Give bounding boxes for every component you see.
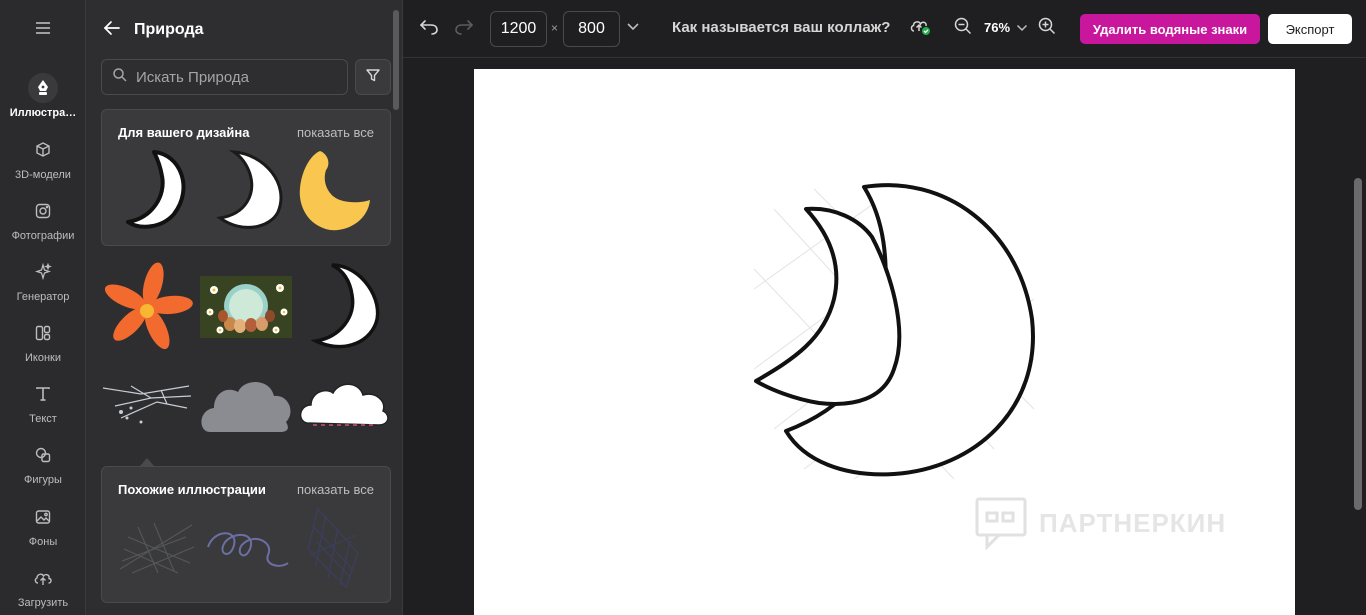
menu-icon[interactable] bbox=[33, 18, 53, 38]
moon-outline-thumb[interactable] bbox=[204, 148, 288, 237]
rail-item-photos[interactable]: Фотографии bbox=[0, 196, 86, 252]
chevron-down-icon bbox=[1016, 19, 1028, 37]
moon-white-thumb[interactable] bbox=[304, 261, 384, 358]
app: Иллюстра… 3D-модели Фотографии Генератор bbox=[0, 0, 1366, 615]
panel-title: Природа bbox=[134, 21, 204, 38]
panel-header: Природа bbox=[102, 18, 204, 42]
cloud-check-icon bbox=[909, 16, 931, 41]
moon-yellow-thumb[interactable] bbox=[298, 148, 372, 237]
rail-item-shapes[interactable]: Фигуры bbox=[0, 440, 86, 496]
rail-item-label: Фотографии bbox=[11, 230, 75, 242]
undo-button[interactable] bbox=[418, 17, 440, 39]
mesh-sketch-thumb[interactable] bbox=[118, 519, 196, 580]
width-input[interactable] bbox=[490, 11, 547, 47]
rail-item-generator[interactable]: Генератор bbox=[0, 257, 86, 313]
white-cloud-thumb[interactable] bbox=[299, 381, 391, 434]
show-all-link[interactable]: показать все bbox=[297, 125, 374, 140]
image-icon bbox=[28, 502, 58, 532]
zoom-in-button[interactable] bbox=[1036, 17, 1058, 39]
pen-nib-icon bbox=[28, 73, 58, 103]
workspace-scrollbar[interactable] bbox=[1354, 178, 1362, 510]
chevron-down-icon bbox=[626, 19, 640, 37]
rail-item-label: Фоны bbox=[28, 536, 58, 548]
panel-scrollbar[interactable] bbox=[393, 10, 399, 110]
moon-sticker-thumb[interactable] bbox=[122, 148, 192, 237]
search-box[interactable] bbox=[101, 59, 348, 95]
remove-watermarks-button[interactable]: Удалить водяные знаки bbox=[1080, 14, 1260, 44]
card-title: Для вашего дизайна bbox=[118, 125, 250, 140]
sparkles-icon bbox=[28, 257, 58, 287]
grid-icon bbox=[28, 318, 58, 348]
size-presets-dropdown[interactable] bbox=[622, 17, 644, 39]
undo-icon bbox=[419, 17, 439, 40]
zoom-level[interactable]: 76% bbox=[984, 20, 1010, 35]
workspace: ПАРТНЕРКИН bbox=[403, 58, 1366, 615]
gray-cloud-thumb[interactable] bbox=[200, 378, 292, 439]
zoom-dropdown[interactable] bbox=[1011, 17, 1033, 39]
rail-item-label: Иконки bbox=[25, 352, 61, 364]
cloud-upload-icon bbox=[28, 563, 58, 593]
export-button[interactable]: Экспорт bbox=[1268, 14, 1352, 44]
rail-item-label: Текст bbox=[29, 413, 57, 425]
search-input[interactable] bbox=[136, 68, 336, 86]
rail-item-label: Генератор bbox=[16, 291, 70, 303]
watermark-text: ПАРТНЕРКИН bbox=[1039, 507, 1227, 538]
filter-button[interactable] bbox=[355, 59, 391, 95]
redo-button[interactable] bbox=[453, 17, 475, 39]
filter-icon bbox=[365, 67, 381, 88]
watermark-logo: ПАРТНЕРКИН bbox=[973, 495, 1226, 551]
easter-eggs-photo-thumb[interactable] bbox=[200, 276, 292, 343]
left-rail: Иллюстра… 3D-модели Фотографии Генератор bbox=[0, 0, 86, 615]
search-icon bbox=[112, 67, 128, 88]
rail-item-label: 3D-модели bbox=[15, 169, 71, 181]
rail-item-label: Фигуры bbox=[24, 474, 62, 486]
card-pointer bbox=[140, 458, 154, 466]
show-all-link[interactable]: показать все bbox=[297, 482, 374, 497]
back-arrow-icon[interactable] bbox=[102, 20, 122, 41]
scribble-thumb[interactable] bbox=[204, 523, 292, 578]
similar-illustrations-card: Похожие иллюстрации показать все bbox=[101, 466, 391, 603]
watermark-icon bbox=[975, 497, 1027, 551]
redo-icon bbox=[454, 17, 474, 40]
cube-icon bbox=[28, 135, 58, 165]
zoom-out-button[interactable] bbox=[952, 17, 974, 39]
rail-item-label: Иллюстра… bbox=[9, 107, 77, 119]
shapes-icon bbox=[28, 440, 58, 470]
rail-item-icons[interactable]: Иконки bbox=[0, 318, 86, 374]
card-title: Похожие иллюстрации bbox=[118, 482, 266, 497]
camera-icon bbox=[28, 196, 58, 226]
height-input[interactable] bbox=[563, 11, 620, 47]
lattice-thumb[interactable] bbox=[306, 505, 362, 596]
zoom-out-icon bbox=[954, 17, 972, 40]
collage-name-field[interactable]: Как называется ваш коллаж? bbox=[672, 19, 890, 36]
orange-flower-thumb[interactable] bbox=[101, 261, 193, 358]
design-suggestions-card: Для вашего дизайна показать все bbox=[101, 109, 391, 246]
rail-item-text[interactable]: Текст bbox=[0, 379, 86, 435]
text-icon bbox=[28, 379, 58, 409]
rail-item-upload[interactable]: Загрузить bbox=[0, 563, 86, 615]
top-toolbar: × Как называется ваш коллаж? 76% bbox=[403, 0, 1366, 58]
rail-item-label: Загрузить bbox=[17, 597, 69, 609]
cloud-saved-indicator[interactable] bbox=[909, 17, 931, 39]
dimension-separator: × bbox=[551, 21, 559, 35]
illustrations-panel: Природа Для вашего дизайна показать все bbox=[86, 0, 403, 615]
rail-item-illustrations[interactable]: Иллюстра… bbox=[0, 73, 86, 129]
rail-item-backgrounds[interactable]: Фоны bbox=[0, 502, 86, 558]
rail-item-3d-models[interactable]: 3D-модели bbox=[0, 135, 86, 191]
zoom-in-icon bbox=[1038, 17, 1056, 40]
branch-sketch-thumb[interactable] bbox=[101, 378, 193, 433]
